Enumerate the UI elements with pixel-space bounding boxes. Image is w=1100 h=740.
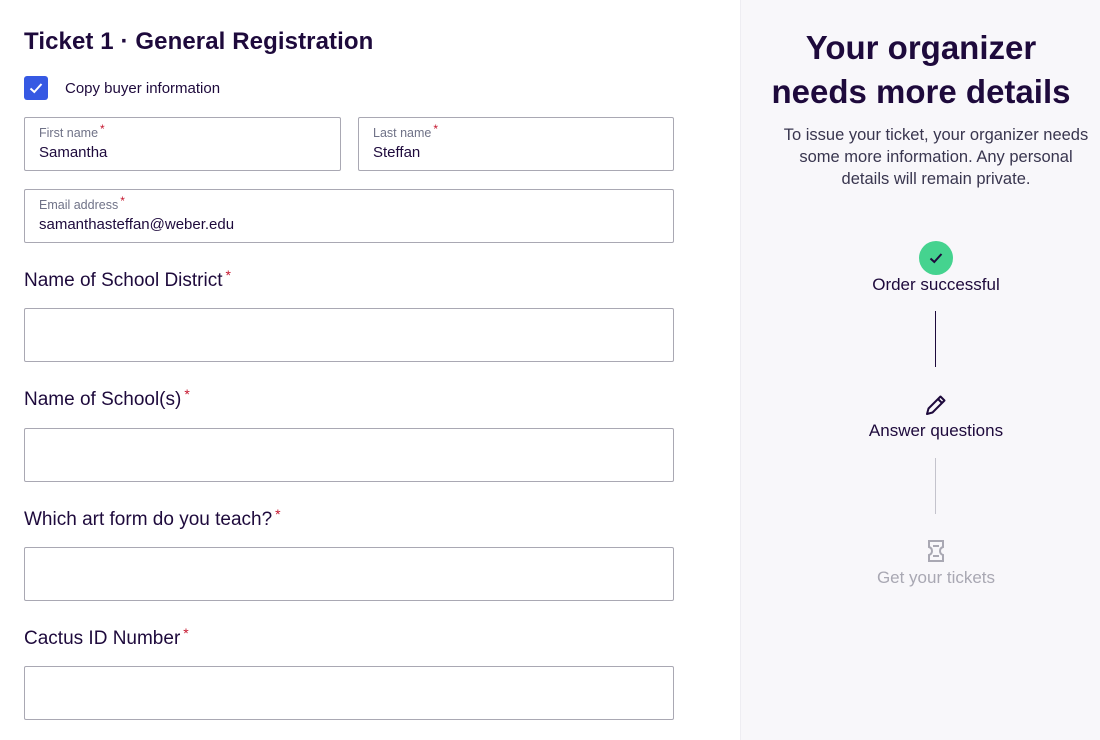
step-answer-questions: Answer questions xyxy=(868,421,1004,440)
sidebar-description: To issue your ticket, your organizer nee… xyxy=(783,126,1089,188)
pencil-icon xyxy=(922,391,950,419)
ticket-title: Ticket 1 · General Registration xyxy=(24,28,374,55)
step-get-tickets: Get your tickets xyxy=(876,568,996,587)
art-form-input[interactable] xyxy=(24,547,674,601)
required-asterisk: * xyxy=(120,194,125,208)
required-asterisk: * xyxy=(184,386,190,402)
school-district-input[interactable] xyxy=(24,308,674,362)
art-form-label: Which art form do you teach? * xyxy=(24,506,281,530)
school-name-input[interactable] xyxy=(24,428,674,482)
school-name-label: Name of School(s) * xyxy=(24,386,190,410)
copy-buyer-row[interactable]: Copy buyer information xyxy=(24,76,220,100)
first-name-label: First name * xyxy=(39,122,105,140)
step-connector xyxy=(935,458,936,514)
required-asterisk: * xyxy=(225,267,231,283)
copy-buyer-label: Copy buyer information xyxy=(65,79,221,97)
email-value: samanthasteffan@weber.edu xyxy=(39,216,235,233)
last-name-label: Last name * xyxy=(373,122,439,140)
last-name-value: Steffan xyxy=(373,144,421,161)
cactus-id-input[interactable] xyxy=(24,666,674,720)
email-field[interactable]: Email address * samanthasteffan@weber.edu xyxy=(24,189,674,243)
last-name-field[interactable]: Last name * Steffan xyxy=(358,117,674,171)
cactus-id-label: Cactus ID Number * xyxy=(24,625,189,649)
details-sidebar: Your organizer needs more details To iss… xyxy=(740,0,1100,740)
step-order-successful: Order successful xyxy=(872,275,1000,294)
required-asterisk: * xyxy=(275,506,281,522)
required-asterisk: * xyxy=(433,122,439,136)
attendee-form: Ticket 1 · General Registration Copy buy… xyxy=(0,0,740,740)
email-label: Email address * xyxy=(39,194,125,212)
checkmark-icon xyxy=(29,83,43,94)
step-connector xyxy=(935,311,936,367)
first-name-field[interactable]: First name * Samantha xyxy=(24,117,341,171)
required-asterisk: * xyxy=(183,625,189,641)
first-name-value: Samantha xyxy=(39,144,108,161)
copy-buyer-checkbox[interactable] xyxy=(24,76,48,100)
required-asterisk: * xyxy=(100,122,105,136)
check-circle-icon xyxy=(919,241,953,275)
sidebar-title: Your organizer needs more details xyxy=(771,29,1071,110)
ticket-icon xyxy=(924,538,948,564)
school-district-label: Name of School District * xyxy=(24,267,231,291)
